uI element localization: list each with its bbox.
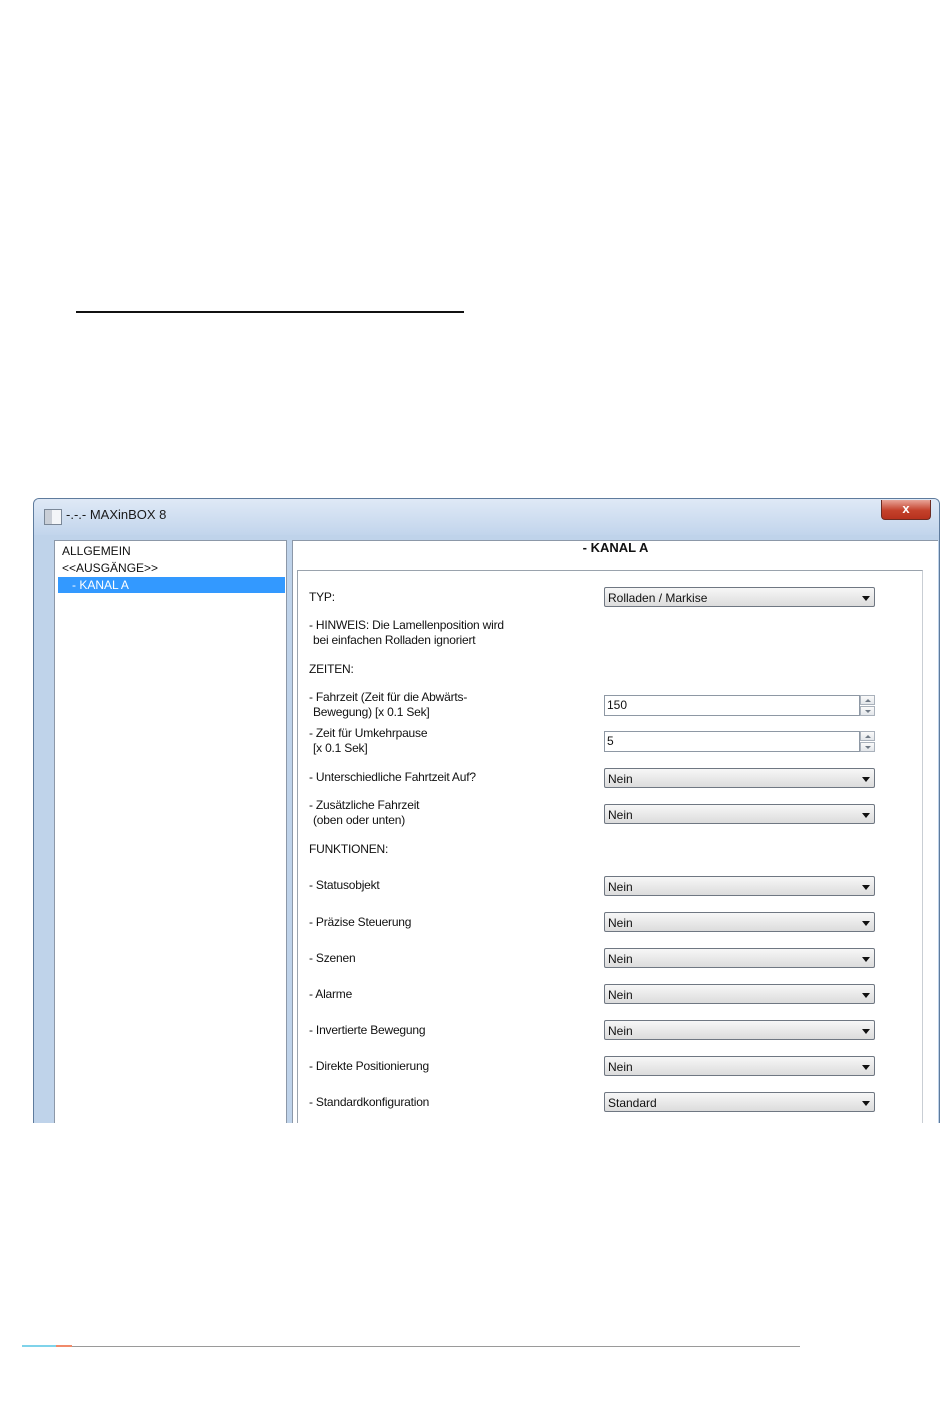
window-title: -.-.- MAXinBOX 8 xyxy=(66,507,167,522)
umkehrpause-value: 5 xyxy=(607,734,614,748)
typ-label: TYP: xyxy=(309,590,335,604)
statusobjekt-value: Nein xyxy=(608,880,633,894)
footer-accent-orange xyxy=(56,1345,72,1347)
statusobjekt-label: - Statusobjekt xyxy=(309,878,380,892)
spin-up-icon[interactable] xyxy=(860,695,875,705)
umkehrpause-label-line-2: [x 0.1 Sek] xyxy=(313,741,368,755)
alarme-dropdown[interactable]: Nein xyxy=(604,984,875,1004)
panel-title-text: - KANAL A xyxy=(582,540,649,555)
close-button[interactable]: x xyxy=(881,500,931,520)
invertierte-bewegung-dropdown[interactable]: Nein xyxy=(604,1020,875,1040)
szenen-value: Nein xyxy=(608,952,633,966)
fahrzeit-value: 150 xyxy=(607,698,628,712)
title-bar: -.-.- MAXinBOX 8 x xyxy=(34,499,939,535)
umkehrpause-stepper xyxy=(860,731,875,752)
document-heading-rule xyxy=(76,311,464,313)
standardkonfiguration-label: - Standardkonfiguration xyxy=(309,1095,430,1109)
chevron-down-icon xyxy=(862,777,870,782)
chevron-down-icon xyxy=(862,1065,870,1070)
praezise-steuerung-value: Nein xyxy=(608,916,633,930)
chevron-down-icon xyxy=(862,813,870,818)
szenen-label: - Szenen xyxy=(309,951,356,965)
zusaetzliche-dropdown[interactable]: Nein xyxy=(604,804,875,824)
unterschiedliche-label: - Unterschiedliche Fahrtzeit Auf? xyxy=(309,770,476,784)
unterschiedliche-value: Nein xyxy=(608,772,633,786)
zeiten-heading: ZEITEN: xyxy=(309,662,354,676)
chevron-down-icon xyxy=(862,993,870,998)
tree-item-ausgaenge[interactable]: <<AUSGÄNGE>> xyxy=(58,560,285,576)
direkte-positionierung-label: - Direkte Positionierung xyxy=(309,1059,429,1073)
chevron-down-icon xyxy=(862,921,870,926)
app-icon xyxy=(44,509,62,525)
umkehrpause-input[interactable]: 5 xyxy=(604,731,860,752)
invertierte-bewegung-value: Nein xyxy=(608,1024,633,1038)
fahrzeit-label-line-1: - Fahrzeit (Zeit für die Abwärts- xyxy=(309,690,468,704)
direkte-positionierung-value: Nein xyxy=(608,1060,633,1074)
chevron-down-icon xyxy=(862,885,870,890)
standardkonfiguration-dropdown[interactable]: Standard xyxy=(604,1092,875,1112)
hinweis-line-1: - HINWEIS: Die Lamellenposition wird xyxy=(309,618,504,632)
chevron-down-icon xyxy=(862,1101,870,1106)
zusaetzliche-value: Nein xyxy=(608,808,633,822)
alarme-value: Nein xyxy=(608,988,633,1002)
footer-rule xyxy=(22,1346,800,1347)
fahrzeit-stepper xyxy=(860,695,875,716)
maxinbox-config-window: -.-.- MAXinBOX 8 x ALLGEMEIN <<AUSGÄNGE>… xyxy=(33,498,940,1123)
fahrzeit-input[interactable]: 150 xyxy=(604,695,860,716)
typ-value: Rolladen / Markise xyxy=(608,591,708,605)
unterschiedliche-dropdown[interactable]: Nein xyxy=(604,768,875,788)
standardkonfiguration-value: Standard xyxy=(608,1096,657,1110)
spin-up-icon[interactable] xyxy=(860,731,875,741)
zusaetzliche-label-line-1: - Zusätzliche Fahrzeit xyxy=(309,798,420,812)
chevron-down-icon xyxy=(862,957,870,962)
spin-down-icon[interactable] xyxy=(860,706,875,716)
hinweis-line-2: bei einfachen Rolladen ignoriert xyxy=(313,633,476,647)
footer-accent-blue xyxy=(22,1345,56,1347)
praezise-steuerung-label: - Präzise Steuerung xyxy=(309,915,412,929)
typ-dropdown[interactable]: Rolladen / Markise xyxy=(604,587,875,607)
zusaetzliche-label-line-2: (oben oder unten) xyxy=(313,813,406,827)
alarme-label: - Alarme xyxy=(309,987,353,1001)
umkehrpause-label-line-1: - Zeit für Umkehrpause xyxy=(309,726,428,740)
parameter-tree: ALLGEMEIN <<AUSGÄNGE>> - KANAL A xyxy=(54,540,287,1123)
chevron-down-icon xyxy=(862,1029,870,1034)
tree-item-kanal-a[interactable]: - KANAL A xyxy=(58,577,285,593)
funktionen-heading: FUNKTIONEN: xyxy=(309,842,389,856)
parameter-panel: - KANAL A TYP: Rolladen / Markise - HINW… xyxy=(292,540,938,1123)
fahrzeit-label-line-2: Bewegung) [x 0.1 Sek] xyxy=(313,705,430,719)
parameter-group: TYP: Rolladen / Markise - HINWEIS: Die L… xyxy=(297,570,923,1123)
direkte-positionierung-dropdown[interactable]: Nein xyxy=(604,1056,875,1076)
praezise-steuerung-dropdown[interactable]: Nein xyxy=(604,912,875,932)
chevron-down-icon xyxy=(862,596,870,601)
szenen-dropdown[interactable]: Nein xyxy=(604,948,875,968)
statusobjekt-dropdown[interactable]: Nein xyxy=(604,876,875,896)
spin-down-icon[interactable] xyxy=(860,742,875,752)
tree-item-allgemein[interactable]: ALLGEMEIN xyxy=(58,543,285,559)
invertierte-bewegung-label: - Invertierte Bewegung xyxy=(309,1023,426,1037)
